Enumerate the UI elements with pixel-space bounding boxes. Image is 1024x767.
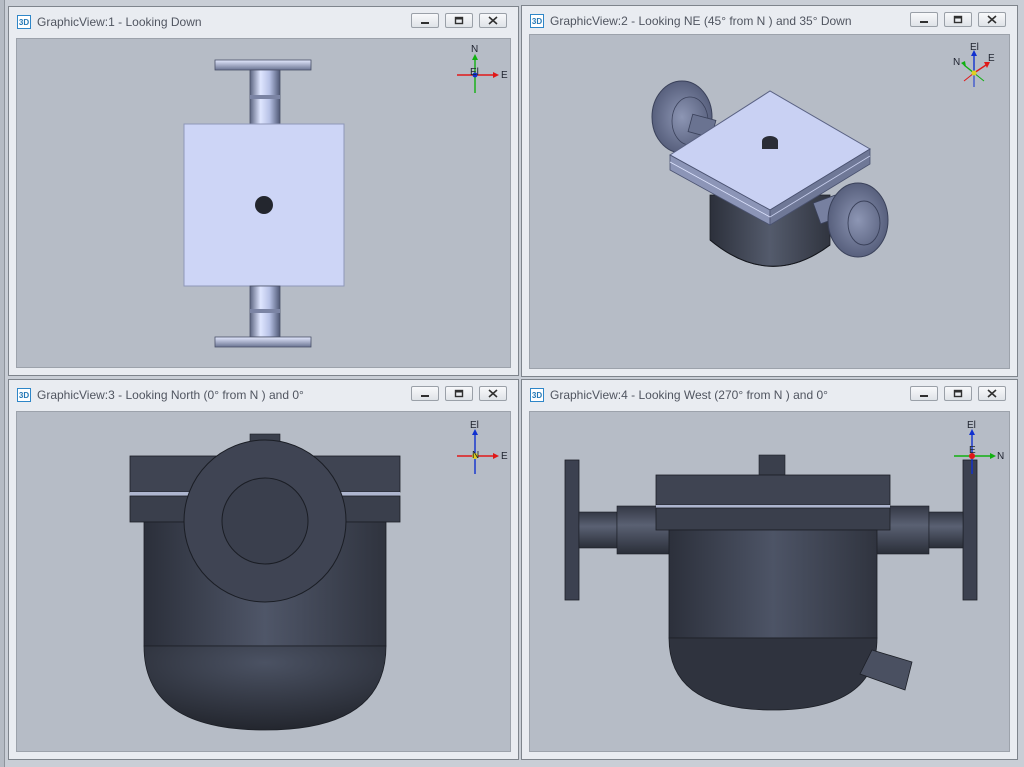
- valve-top-view: [183, 59, 345, 348]
- graphic-view-3[interactable]: 3D GraphicView:3 - Looking North (0° fro…: [8, 379, 519, 760]
- graphic-view-2-viewport[interactable]: El N E: [529, 34, 1010, 369]
- orientation-triad: El N E: [457, 420, 508, 474]
- 3d-view-icon: 3D: [530, 388, 544, 402]
- minimize-button[interactable]: [411, 386, 439, 401]
- triad-center-label: El: [470, 67, 479, 78]
- valve-front-view: [129, 433, 401, 731]
- minimize-icon: [421, 22, 429, 24]
- graphic-view-3-title: GraphicView:3 - Looking North (0° from N…: [37, 388, 304, 402]
- minimize-button[interactable]: [910, 12, 938, 27]
- restore-button[interactable]: [944, 386, 972, 401]
- close-icon: [987, 15, 997, 24]
- triad-top-label: El: [967, 420, 976, 431]
- close-icon: [488, 389, 498, 398]
- orientation-triad: N El E: [457, 45, 508, 93]
- graphic-view-1-title: GraphicView:1 - Looking Down: [37, 15, 202, 29]
- application-window: 3D GraphicView:1 - Looking Down N El E 3…: [0, 0, 1024, 767]
- restore-button[interactable]: [445, 386, 473, 401]
- graphic-view-4-title: GraphicView:4 - Looking West (270° from …: [550, 388, 828, 402]
- graphic-view-4-titlebar[interactable]: 3D GraphicView:4 - Looking West (270° fr…: [522, 380, 1017, 408]
- graphic-view-4-viewport[interactable]: El E N: [529, 411, 1010, 752]
- restore-icon: [454, 16, 464, 25]
- triad-center-label: E: [969, 445, 976, 456]
- restore-button[interactable]: [445, 13, 473, 28]
- triad-center-label: N: [472, 450, 479, 461]
- close-button[interactable]: [978, 386, 1006, 401]
- graphic-view-2[interactable]: 3D GraphicView:2 - Looking NE (45° from …: [521, 5, 1018, 377]
- minimize-icon: [920, 395, 928, 397]
- graphic-view-2-title: GraphicView:2 - Looking NE (45° from N )…: [550, 14, 852, 28]
- triad-top-label: El: [470, 420, 479, 431]
- minimize-button[interactable]: [910, 386, 938, 401]
- restore-icon: [454, 389, 464, 398]
- triad-top-label: El: [970, 42, 979, 53]
- triad-right-label: E: [501, 451, 508, 462]
- 3d-view-icon: 3D: [17, 15, 31, 29]
- graphic-view-1-viewport[interactable]: N El E: [16, 38, 511, 368]
- close-icon: [987, 389, 997, 398]
- minimize-icon: [421, 395, 429, 397]
- valve-side-view: [564, 454, 978, 711]
- graphic-view-3-viewport[interactable]: El N E: [16, 411, 511, 752]
- triad-right-label: N: [997, 451, 1004, 462]
- graphic-view-2-titlebar[interactable]: 3D GraphicView:2 - Looking NE (45° from …: [522, 6, 1017, 34]
- graphic-view-3-titlebar[interactable]: 3D GraphicView:3 - Looking North (0° fro…: [9, 380, 518, 408]
- triad-left-label: N: [953, 57, 960, 68]
- triad-right-label: E: [501, 70, 508, 81]
- orientation-triad: El E N: [954, 420, 1004, 474]
- valve-isometric-view: [651, 80, 889, 267]
- minimize-icon: [920, 21, 928, 23]
- orientation-triad: El N E: [953, 42, 995, 87]
- restore-icon: [953, 389, 963, 398]
- triad-right-label: E: [988, 53, 995, 64]
- close-icon: [488, 16, 498, 25]
- restore-icon: [953, 15, 963, 24]
- minimize-button[interactable]: [411, 13, 439, 28]
- triad-top-label: N: [471, 45, 478, 55]
- graphic-view-1-titlebar[interactable]: 3D GraphicView:1 - Looking Down: [9, 7, 518, 35]
- graphic-view-1[interactable]: 3D GraphicView:1 - Looking Down N El E: [8, 6, 519, 376]
- restore-button[interactable]: [944, 12, 972, 27]
- 3d-view-icon: 3D: [17, 388, 31, 402]
- left-edge-strip: [0, 0, 5, 767]
- close-button[interactable]: [978, 12, 1006, 27]
- close-button[interactable]: [479, 13, 507, 28]
- graphic-view-4[interactable]: 3D GraphicView:4 - Looking West (270° fr…: [521, 379, 1018, 760]
- 3d-view-icon: 3D: [530, 14, 544, 28]
- close-button[interactable]: [479, 386, 507, 401]
